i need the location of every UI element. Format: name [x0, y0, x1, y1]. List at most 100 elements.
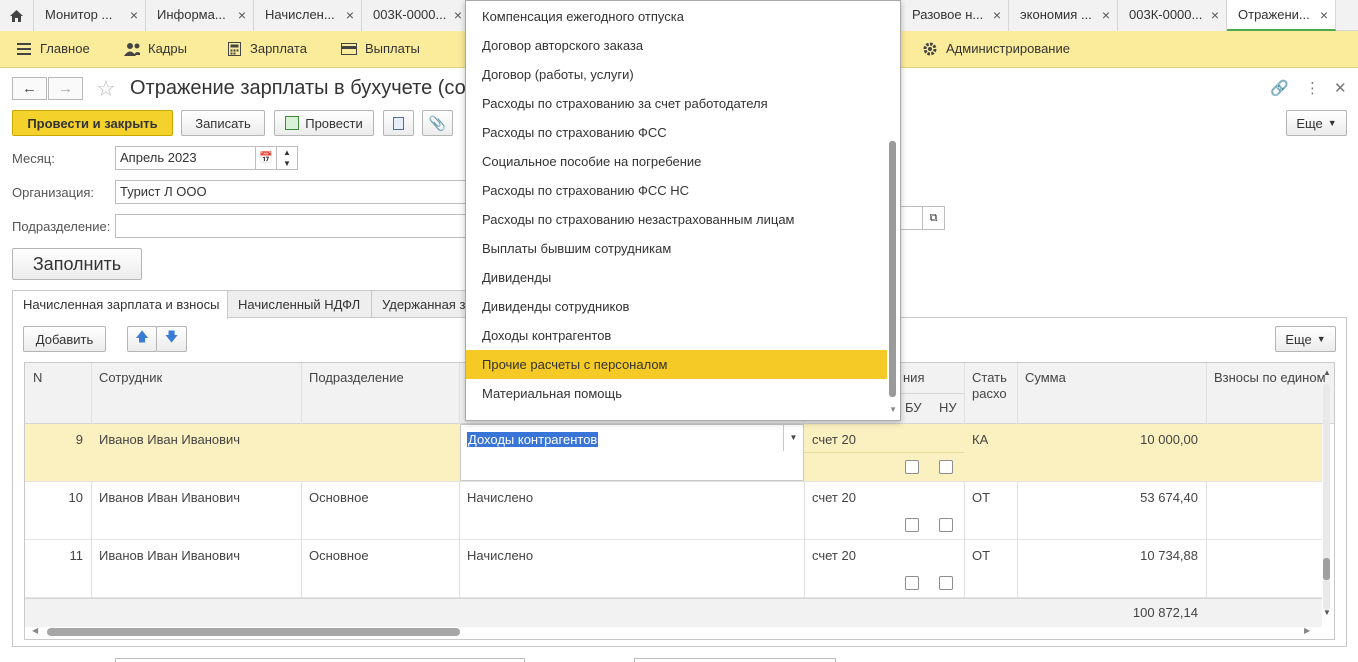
col-expense-item-line2[interactable]: расхо	[972, 386, 1007, 401]
arrow-up-icon: 🡅	[135, 329, 149, 344]
window-tab[interactable]: Начислен... ×	[254, 0, 362, 31]
close-icon[interactable]: ×	[130, 0, 138, 30]
table-footer: 100 872,14	[25, 598, 1322, 627]
move-up-button[interactable]: 🡅	[127, 326, 157, 352]
tab-withheld[interactable]: Удержанная з	[371, 290, 466, 318]
dropdown-item[interactable]: Договор (работы, услуги)	[466, 60, 887, 89]
dropdown-item[interactable]: Выплаты бывшим сотрудникам	[466, 234, 887, 263]
attach-button[interactable]: 📎	[422, 110, 453, 136]
nu-checkbox[interactable]	[939, 576, 953, 590]
section-salary[interactable]: Зарплата	[226, 31, 307, 67]
scroll-down-icon[interactable]: ▼	[1323, 608, 1331, 617]
dropdown-item[interactable]: Дивиденды сотрудников	[466, 292, 887, 321]
dropdown-item[interactable]: Расходы по страхованию за счет работодат…	[466, 89, 887, 118]
table-horizontal-scrollbar-thumb[interactable]	[47, 628, 460, 636]
dropdown-item[interactable]: Доходы контрагентов	[466, 321, 887, 350]
save-button[interactable]: Записать	[181, 110, 265, 136]
dropdown-scroll-down-icon[interactable]: ▼	[889, 405, 897, 414]
close-icon[interactable]: ×	[993, 0, 1001, 30]
col-bu[interactable]: БУ	[905, 400, 922, 415]
col-nu[interactable]: НУ	[939, 400, 957, 415]
dropdown-item[interactable]: Дивиденды	[466, 263, 887, 292]
close-icon[interactable]: ×	[454, 0, 462, 30]
add-button[interactable]: Добавить	[23, 326, 106, 352]
section-main[interactable]: Главное	[16, 31, 90, 67]
bottom-field[interactable]	[115, 658, 525, 662]
bu-checkbox[interactable]	[905, 576, 919, 590]
close-icon[interactable]: ×	[346, 0, 354, 30]
col-department[interactable]: Подразделение	[309, 370, 404, 385]
tab-accrued-salary[interactable]: Начисленная зарплата и взносы	[12, 290, 228, 319]
col-contributions[interactable]: Взносы по едином	[1214, 370, 1326, 385]
col-sum[interactable]: Сумма	[1025, 370, 1066, 385]
table-more-button[interactable]: Еще ▼	[1275, 326, 1336, 352]
forward-button[interactable]: →	[48, 77, 83, 100]
open-icon[interactable]: ⧉	[922, 206, 945, 230]
back-button[interactable]: ←	[12, 77, 47, 100]
window-tab[interactable]: Монитор ... ×	[34, 0, 146, 31]
dropdown-item[interactable]: Договор авторского заказа	[466, 31, 887, 60]
close-icon[interactable]: ×	[1102, 0, 1110, 30]
close-icon[interactable]: ×	[1211, 0, 1219, 30]
department-field[interactable]	[115, 214, 467, 238]
col-reflection[interactable]: ния	[903, 370, 924, 385]
section-hr[interactable]: Кадры	[124, 31, 187, 67]
department-field-tail[interactable]	[900, 206, 923, 230]
post-button[interactable]: Провести	[274, 110, 374, 136]
dropdown-item[interactable]: Расходы по страхованию незастрахованным …	[466, 205, 887, 234]
cell-accrual-type: Начислено	[467, 490, 534, 505]
report-button[interactable]	[383, 110, 414, 136]
close-icon[interactable]: ×	[238, 0, 246, 30]
close-form-icon[interactable]: ✕	[1334, 79, 1347, 97]
scroll-up-icon[interactable]: ▲	[1323, 368, 1331, 377]
organization-field[interactable]: Турист Л ООО	[115, 180, 467, 204]
bottom-field[interactable]	[634, 658, 836, 662]
dropdown-scrollbar-thumb[interactable]	[889, 141, 896, 397]
dropdown-item[interactable]: Материальная помощь	[466, 379, 887, 408]
scroll-left-icon[interactable]: ◀	[32, 626, 38, 635]
table-row[interactable]: 10 Иванов Иван Иванович Основное Начисле…	[25, 482, 1322, 540]
table-vertical-scrollbar-thumb[interactable]	[1323, 558, 1330, 580]
table-row[interactable]: 11 Иванов Иван Иванович Основное Начисле…	[25, 540, 1322, 598]
section-payments[interactable]: Выплаты	[341, 31, 420, 67]
move-down-button[interactable]: 🡇	[156, 326, 187, 352]
table-row[interactable]: 9 Иванов Иван Иванович Доходы контрагент…	[25, 424, 1322, 482]
more-vertical-icon[interactable]: ⋮	[1305, 79, 1320, 97]
link-icon[interactable]: 🔗	[1270, 79, 1289, 97]
home-icon[interactable]	[0, 0, 34, 31]
window-tab[interactable]: экономия ... ×	[1009, 0, 1118, 31]
accrual-type-editor[interactable]: Доходы контрагентов ▼	[460, 424, 804, 481]
dropdown-item-highlighted[interactable]: Прочие расчеты с персоналом	[466, 350, 887, 379]
window-tab-active[interactable]: Отражени... ×	[1227, 0, 1336, 31]
bu-checkbox[interactable]	[905, 518, 919, 532]
window-tab[interactable]: Разовое н... ×	[901, 0, 1009, 31]
col-employee[interactable]: Сотрудник	[99, 370, 162, 385]
col-n[interactable]: N	[33, 370, 42, 385]
calendar-icon[interactable]: 📅	[255, 146, 277, 170]
section-admin[interactable]: Администрирование	[922, 31, 1070, 67]
fill-button[interactable]: Заполнить	[12, 248, 142, 280]
scroll-right-icon[interactable]: ▶	[1304, 626, 1310, 635]
month-stepper[interactable]: ▲ ▼	[276, 146, 298, 170]
favorite-star-icon[interactable]: ☆	[96, 76, 116, 102]
window-tab[interactable]: 003К-0000... ×	[1118, 0, 1227, 31]
dropdown-item[interactable]: Социальное пособие на погребение	[466, 147, 887, 176]
month-field[interactable]: Апрель 2023	[115, 146, 256, 170]
nu-checkbox[interactable]	[939, 460, 953, 474]
col-expense-item-line1[interactable]: Стать	[972, 370, 1007, 385]
more-button[interactable]: Еще ▼	[1286, 110, 1347, 136]
window-tab[interactable]: Информа... ×	[146, 0, 254, 31]
window-tab[interactable]: 003К-0000... ×	[362, 0, 470, 31]
dropdown-item[interactable]: Компенсация ежегодного отпуска	[466, 2, 887, 31]
cell-department: Основное	[309, 490, 369, 505]
close-icon[interactable]: ×	[1320, 0, 1328, 29]
bu-checkbox[interactable]	[905, 460, 919, 474]
nu-checkbox[interactable]	[939, 518, 953, 532]
chevron-down-icon: ▼	[1327, 118, 1337, 128]
post-and-close-button[interactable]: Провести и закрыть	[12, 110, 173, 136]
tab-accrued-ndfl[interactable]: Начисленный НДФЛ	[227, 290, 372, 318]
dropdown-item[interactable]: Расходы по страхованию ФСС	[466, 118, 887, 147]
dropdown-item[interactable]: Расходы по страхованию ФСС НС	[466, 176, 887, 205]
accrual-type-input[interactable]: Доходы контрагентов	[467, 432, 599, 447]
dropdown-arrow-icon[interactable]: ▼	[783, 425, 803, 451]
